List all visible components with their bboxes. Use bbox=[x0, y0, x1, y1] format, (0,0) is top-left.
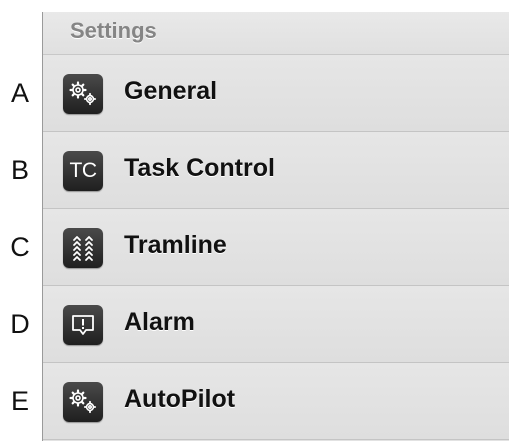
row-letter-e: E bbox=[10, 386, 29, 416]
row-letter-a: A bbox=[10, 78, 29, 108]
settings-item-label: General bbox=[124, 77, 218, 105]
tc-icon-text: TC bbox=[69, 159, 98, 182]
settings-item-label: Alarm bbox=[124, 308, 195, 336]
gears-icon bbox=[63, 74, 103, 114]
settings-item-label: Task Control bbox=[124, 154, 275, 182]
settings-item-autopilot[interactable]: AutoPilot bbox=[43, 363, 509, 440]
settings-item-general[interactable]: General bbox=[43, 55, 509, 132]
settings-item-task-control[interactable]: TC Task Control bbox=[43, 132, 509, 209]
alarm-icon bbox=[63, 305, 103, 345]
settings-item-tramline[interactable]: Tramline bbox=[43, 209, 509, 286]
row-letter-d: D bbox=[10, 309, 30, 339]
row-letter-column: A B C D E bbox=[0, 0, 42, 441]
tc-icon: TC bbox=[63, 151, 103, 191]
tramline-icon bbox=[63, 228, 103, 268]
settings-item-alarm[interactable]: Alarm bbox=[43, 286, 509, 363]
settings-item-label: Tramline bbox=[124, 231, 227, 259]
settings-panel: Settings General TC Task Control Tramlin… bbox=[42, 12, 509, 441]
gears-icon bbox=[63, 382, 103, 422]
settings-header: Settings bbox=[43, 12, 509, 55]
settings-title: Settings bbox=[70, 18, 157, 43]
row-letter-b: B bbox=[10, 155, 29, 185]
row-letter-c: C bbox=[10, 232, 30, 262]
settings-item-label: AutoPilot bbox=[124, 385, 236, 413]
screen: A B C D E Settings General TC Task Contr… bbox=[0, 0, 509, 441]
